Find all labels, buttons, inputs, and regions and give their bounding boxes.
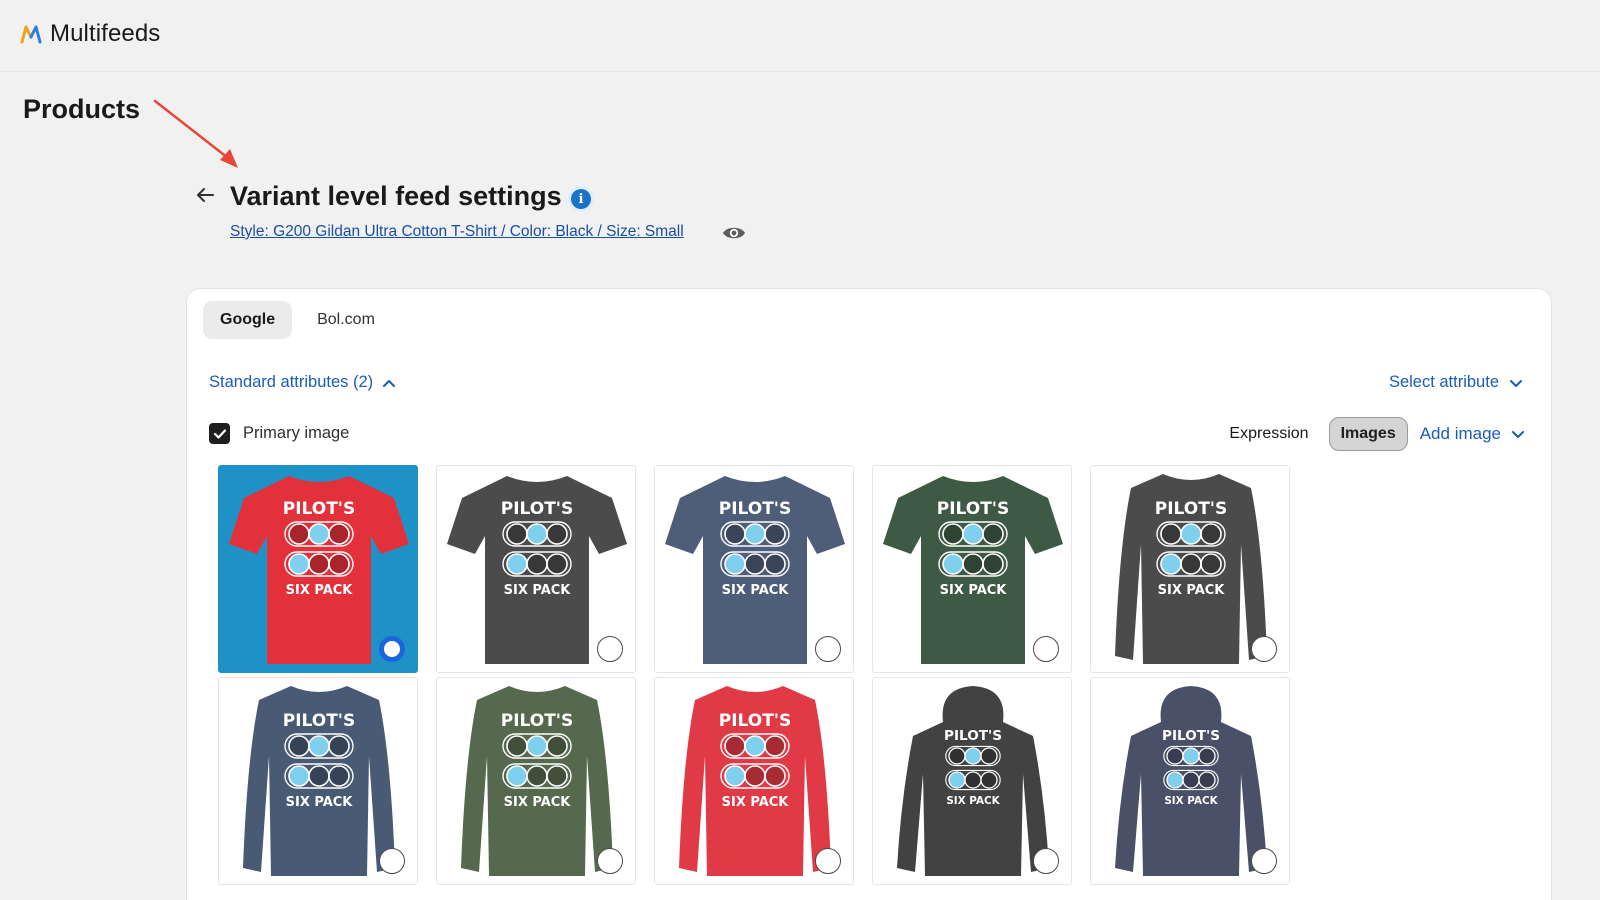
image-grid: PILOT'S SIX PACK PILOT'S SIX PACK PILOT'S SIX… xyxy=(218,465,1290,885)
graphic-text-bottom: SIX PACK xyxy=(940,583,1008,598)
brand[interactable]: Multifeeds xyxy=(20,20,160,48)
image-tile[interactable]: PILOT'S SIX PACK xyxy=(436,465,636,673)
images-button[interactable]: Images xyxy=(1328,417,1408,451)
section-title: Variant level feed settings xyxy=(230,181,562,211)
checkmark-icon xyxy=(213,428,226,439)
graphic-text-bottom: SIX PACK xyxy=(286,583,354,598)
image-select-radio[interactable] xyxy=(1033,636,1059,662)
graphic-text-bottom: SIX PACK xyxy=(504,795,572,810)
chevron-down-icon xyxy=(1510,379,1522,387)
image-select-radio[interactable] xyxy=(815,848,841,874)
standard-attributes-toggle[interactable]: Standard attributes (2) xyxy=(209,373,396,392)
graphic-text-bottom: SIX PACK xyxy=(286,795,354,810)
chevron-up-icon xyxy=(383,379,396,387)
graphic-text-bottom: SIX PACK xyxy=(722,583,790,598)
chevron-down-icon xyxy=(1512,431,1524,438)
graphic-text-top: PILOT'S xyxy=(501,499,574,519)
image-select-radio[interactable] xyxy=(1251,636,1277,662)
tab-bol-com[interactable]: Bol.com xyxy=(300,301,392,339)
graphic-text-top: PILOT'S xyxy=(1162,728,1220,744)
image-select-radio[interactable] xyxy=(597,636,623,662)
graphic-text-top: PILOT'S xyxy=(719,499,792,519)
info-icon[interactable]: i xyxy=(568,186,594,212)
app-name: Multifeeds xyxy=(50,20,161,47)
graphic-text-bottom: SIX PACK xyxy=(1164,795,1218,807)
primary-image-row: Primary image xyxy=(209,423,349,444)
image-select-radio[interactable] xyxy=(1251,848,1277,874)
select-attribute-label: Select attribute xyxy=(1388,373,1499,391)
graphic-text-top: PILOT'S xyxy=(283,499,356,519)
tab-google[interactable]: Google xyxy=(203,301,293,339)
add-image-dropdown[interactable]: Add image xyxy=(1420,424,1525,444)
add-image-label: Add image xyxy=(1419,424,1501,443)
graphic-text-top: PILOT'S xyxy=(501,711,574,731)
graphic-text-bottom: SIX PACK xyxy=(722,795,790,810)
info-icon-glyph: i xyxy=(571,189,591,209)
standard-attributes-label: Standard attributes (2) xyxy=(209,373,374,391)
annotation-arrow-icon xyxy=(153,99,238,168)
expression-button[interactable]: Expression xyxy=(1217,417,1320,451)
image-select-radio[interactable] xyxy=(1033,848,1059,874)
image-tile[interactable]: PILOT'S SIX PACK xyxy=(872,677,1072,885)
eye-icon[interactable] xyxy=(722,224,746,242)
graphic-text-top: PILOT'S xyxy=(1155,499,1228,519)
image-tile[interactable]: PILOT'S SIX PACK xyxy=(654,465,854,673)
page-title: Products xyxy=(23,94,141,124)
channel-tabs: Google Bol.com xyxy=(203,301,392,339)
primary-image-checkbox[interactable] xyxy=(209,423,230,444)
multifeeds-logo-icon xyxy=(20,25,42,44)
primary-image-label: Primary image xyxy=(243,424,350,442)
graphic-text-top: PILOT'S xyxy=(719,711,792,731)
graphic-text-top: PILOT'S xyxy=(944,728,1002,744)
graphic-text-bottom: SIX PACK xyxy=(1158,583,1226,598)
back-button[interactable] xyxy=(193,183,217,207)
image-tile[interactable]: PILOT'S SIX PACK xyxy=(872,465,1072,673)
graphic-text-bottom: SIX PACK xyxy=(946,795,1000,807)
graphic-text-top: PILOT'S xyxy=(937,499,1010,519)
image-tile[interactable]: PILOT'S SIX PACK xyxy=(218,465,418,673)
image-select-radio[interactable] xyxy=(379,848,405,874)
top-bar: Multifeeds xyxy=(0,0,1600,72)
graphic-text-top: PILOT'S xyxy=(283,711,356,731)
variant-link[interactable]: Style: G200 Gildan Ultra Cotton T-Shirt … xyxy=(230,223,684,241)
image-tile[interactable]: PILOT'S SIX PACK xyxy=(1090,677,1290,885)
graphic-text-bottom: SIX PACK xyxy=(504,583,572,598)
image-source-controls: Expression Images Add image xyxy=(1217,417,1525,451)
image-tile[interactable]: PILOT'S SIX PACK xyxy=(218,677,418,885)
image-select-radio[interactable] xyxy=(379,636,405,662)
image-select-radio[interactable] xyxy=(815,636,841,662)
image-tile[interactable]: PILOT'S SIX PACK xyxy=(654,677,854,885)
image-select-radio[interactable] xyxy=(597,848,623,874)
feed-settings-card: Google Bol.com Standard attributes (2) S… xyxy=(186,288,1552,900)
image-tile[interactable]: PILOT'S SIX PACK xyxy=(436,677,636,885)
image-tile[interactable]: PILOT'S SIX PACK xyxy=(1090,465,1290,673)
select-attribute-dropdown[interactable]: Select attribute xyxy=(1389,373,1523,392)
arrow-left-icon xyxy=(197,188,214,202)
